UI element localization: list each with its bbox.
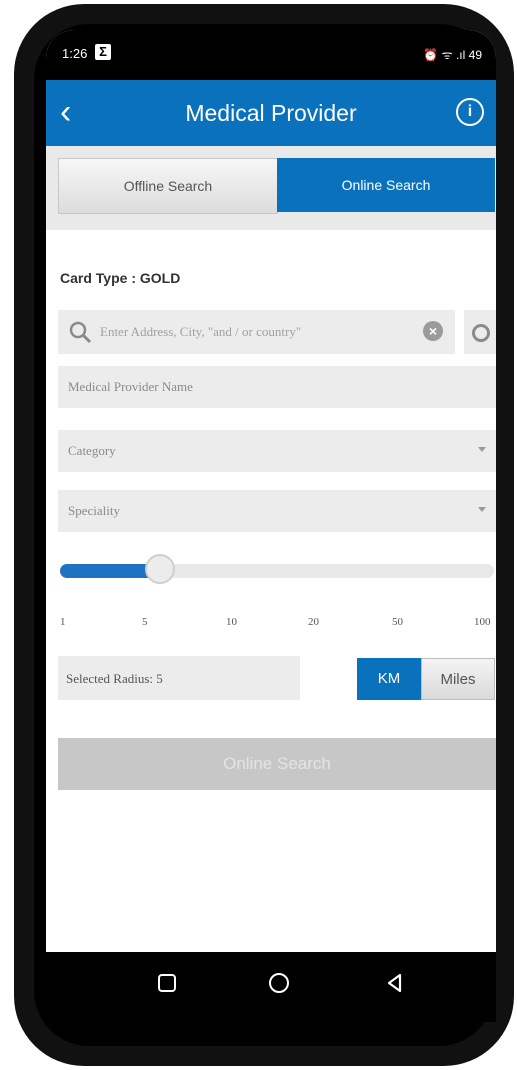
chevron-down-icon [478, 447, 486, 452]
back-icon[interactable] [380, 968, 410, 998]
page-title: Medical Provider [185, 100, 357, 126]
location-button[interactable] [464, 310, 496, 354]
tab-offline-search[interactable]: Offline Search [58, 158, 278, 214]
recent-apps-icon[interactable] [152, 968, 182, 998]
search-mode-tabs: Offline Search Online Search [46, 146, 496, 230]
speciality-value: Speciality [68, 503, 120, 518]
radius-tick-5: 5 [142, 616, 148, 628]
status-icons: ⏰ ᯤ .ıl 49 [423, 48, 482, 62]
chevron-down-icon [478, 507, 486, 512]
system-nav-bar [46, 952, 496, 1022]
slider-thumb[interactable] [144, 554, 175, 584]
selected-radius-display: Selected Radius: 5 [58, 656, 300, 700]
provider-name-input[interactable]: Medical Provider Name [58, 366, 496, 408]
search-icon [69, 321, 92, 344]
radius-tick-100: 100 [474, 616, 491, 628]
radius-slider[interactable] [60, 554, 494, 584]
provider-name-placeholder: Medical Provider Name [68, 379, 193, 394]
tab-online-search[interactable]: Online Search [277, 158, 495, 212]
app-bar: ‹ Medical Provider i [46, 80, 496, 146]
app-screen: 1:26 Σ ⏰ ᯤ .ıl 49 ‹ Medical Provider i O… [46, 30, 496, 952]
category-dropdown[interactable]: Category [58, 430, 496, 472]
selected-radius-text: Selected Radius: 5 [66, 671, 163, 686]
info-icon[interactable]: i [456, 98, 484, 126]
gps-icon [472, 324, 490, 342]
radius-tick-20: 20 [308, 616, 319, 628]
address-search-placeholder: Enter Address, City, "and / or country" [100, 324, 302, 339]
address-search-input[interactable]: Enter Address, City, "and / or country" … [58, 310, 455, 354]
home-icon[interactable] [264, 968, 294, 998]
status-bar: 1:26 Σ ⏰ ᯤ .ıl 49 [46, 30, 496, 80]
slider-fill [60, 564, 155, 578]
notification-icon: Σ [95, 44, 111, 60]
online-search-button[interactable]: Online Search [58, 738, 496, 790]
speciality-dropdown[interactable]: Speciality [58, 490, 496, 532]
radius-tick-10: 10 [226, 616, 237, 628]
unit-miles-button[interactable]: Miles [421, 658, 495, 700]
card-type-label: Card Type : GOLD [60, 270, 181, 286]
category-value: Category [68, 443, 116, 458]
clear-icon[interactable]: × [423, 321, 443, 341]
unit-km-button[interactable]: KM [357, 658, 421, 700]
radius-tick-1: 1 [60, 616, 66, 628]
status-time: 1:26 [62, 46, 88, 61]
radius-tick-50: 50 [392, 616, 403, 628]
